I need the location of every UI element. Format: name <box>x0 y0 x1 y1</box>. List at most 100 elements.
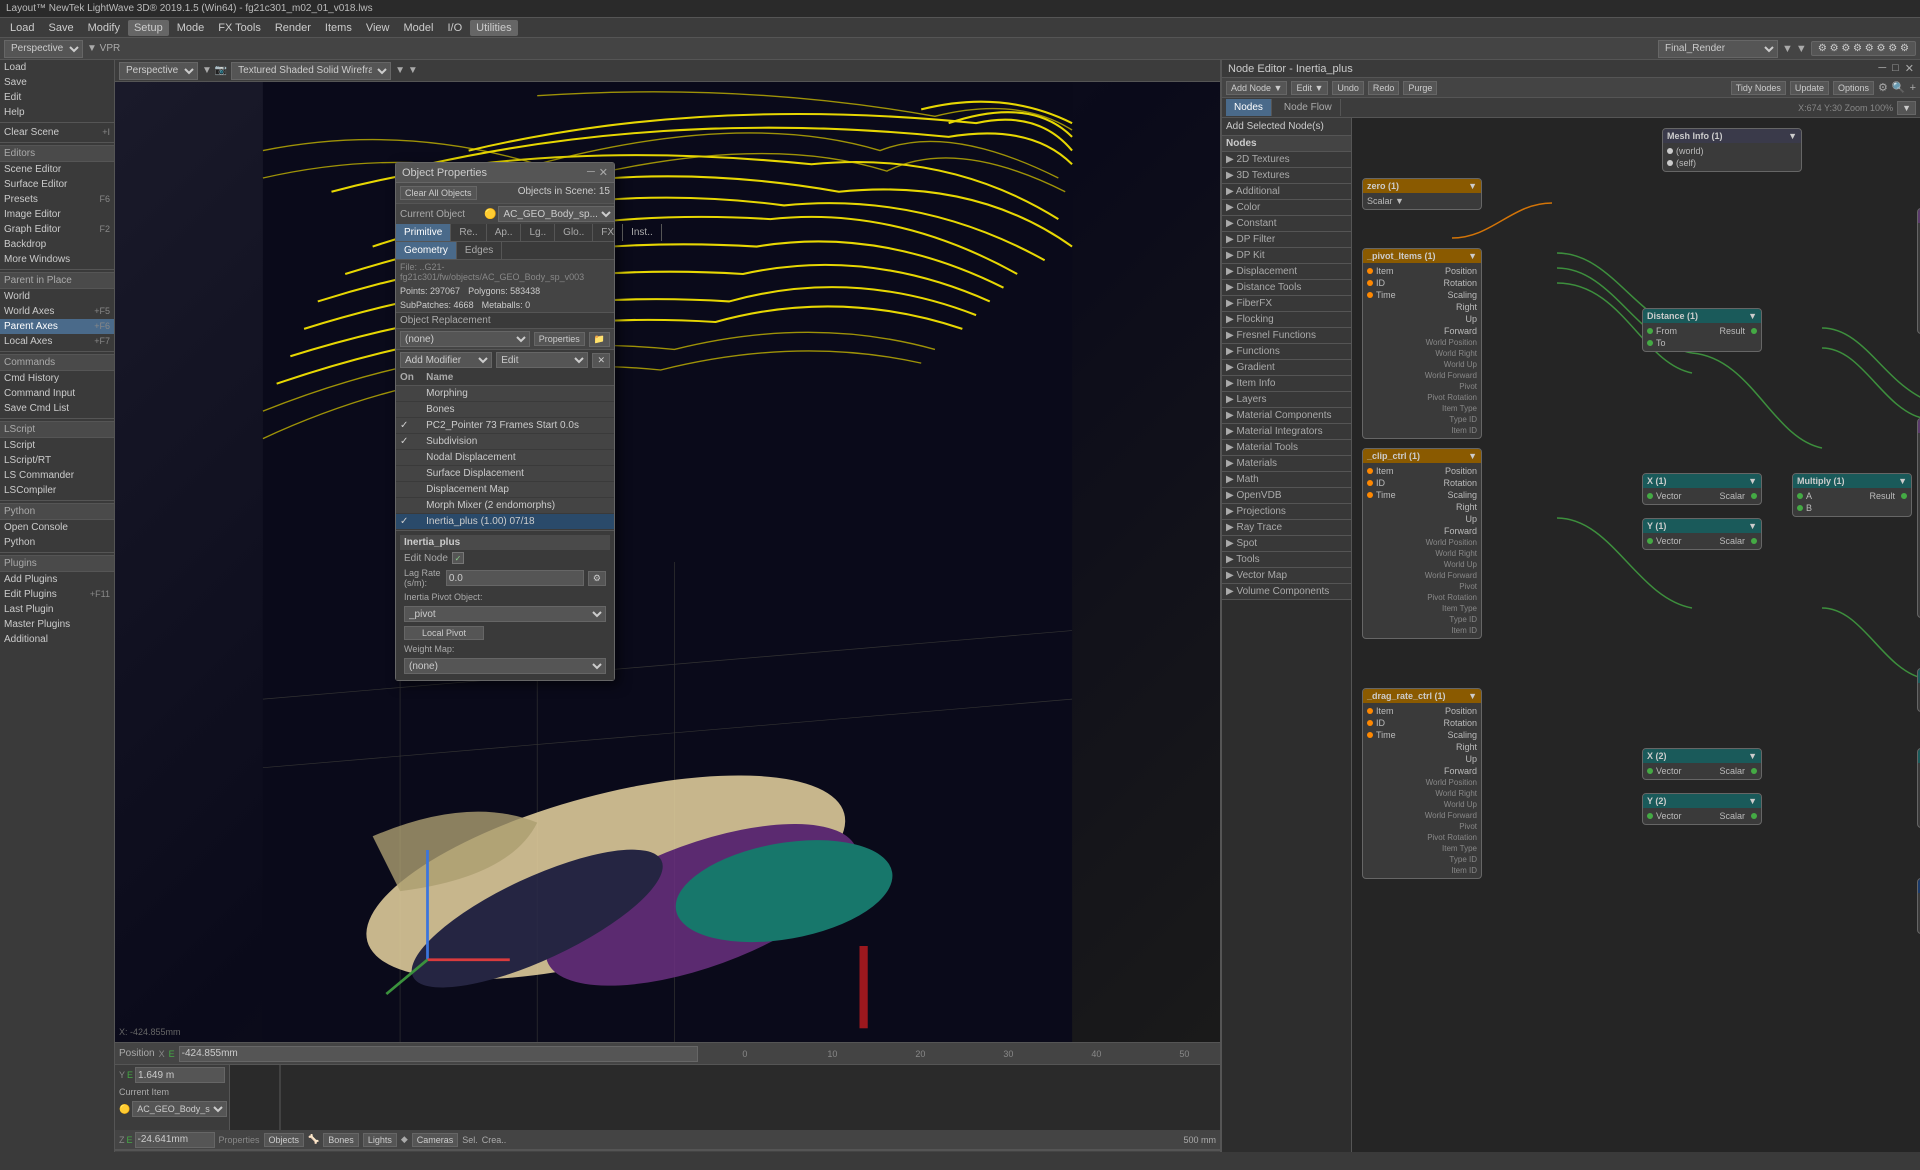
node-materials[interactable]: ▶ Materials <box>1222 456 1351 472</box>
node-spot[interactable]: ▶ Spot <box>1222 536 1351 552</box>
node-material-integrators[interactable]: ▶ Material Integrators <box>1222 424 1351 440</box>
sidebar-help[interactable]: Help <box>0 105 114 120</box>
weight-map-select[interactable]: (none) <box>404 658 606 674</box>
tab-inst[interactable]: Inst.. <box>623 224 662 241</box>
node-close-btn[interactable]: ✕ <box>1905 62 1914 75</box>
node-constant[interactable]: ▶ Constant <box>1222 216 1351 232</box>
node-color[interactable]: ▶ Color <box>1222 200 1351 216</box>
sidebar-cmd-input[interactable]: Command Input <box>0 386 114 401</box>
sidebar-lscript-rt[interactable]: LScript/RT <box>0 453 114 468</box>
mesh-info-node[interactable]: Mesh Info (1) ▼ (world) (self) <box>1662 128 1802 172</box>
toolbar-icons[interactable]: ⚙ ⚙ ⚙ ⚙ ⚙ ⚙ ⚙ ⚙ <box>1811 41 1916 56</box>
y2-expand[interactable]: ▼ <box>1748 796 1757 806</box>
modifier-pc2[interactable]: ✓ PC2_Pointer 73 Frames Start 0.0s <box>396 418 614 434</box>
mesh-info-expand[interactable]: ▼ <box>1788 131 1797 141</box>
menu-mode[interactable]: Mode <box>171 20 211 36</box>
menu-save[interactable]: Save <box>42 20 79 36</box>
y-e-btn[interactable]: E <box>127 1070 133 1080</box>
zero-expand[interactable]: ▼ <box>1468 181 1477 191</box>
menu-load[interactable]: Load <box>4 20 40 36</box>
menu-setup[interactable]: Setup <box>128 20 169 36</box>
tab-fx[interactable]: FX <box>593 224 623 241</box>
pivot-expand[interactable]: ▼ <box>1468 251 1477 261</box>
menu-modify[interactable]: Modify <box>82 20 126 36</box>
y2-node[interactable]: Y (2) ▼ Vector Scalar <box>1642 793 1762 825</box>
x2-node[interactable]: X (2) ▼ Vector Scalar <box>1642 748 1762 780</box>
close-btn[interactable]: ✕ <box>599 166 608 179</box>
sidebar-python[interactable]: Python <box>0 535 114 550</box>
sidebar-last-plugin[interactable]: Last Plugin <box>0 602 114 617</box>
x1-node[interactable]: X (1) ▼ Vector Scalar <box>1642 473 1762 505</box>
sidebar-cmd-history[interactable]: Cmd History <box>0 371 114 386</box>
sidebar-presets[interactable]: PresetsF6 <box>0 192 114 207</box>
sidebar-local-axes[interactable]: Local Axes+F7 <box>0 334 114 349</box>
edit-node-menu-btn[interactable]: Edit ▼ <box>1291 81 1328 95</box>
tab-glo[interactable]: Glo.. <box>555 224 593 241</box>
viewport-main[interactable]: X: -424.855mm Object Properties ─ ✕ Clea… <box>115 82 1220 1042</box>
node-3d-textures[interactable]: ▶ 3D Textures <box>1222 168 1351 184</box>
sidebar-edit[interactable]: Edit <box>0 90 114 105</box>
x-e-btn[interactable]: E <box>169 1049 175 1059</box>
tab-lg[interactable]: Lg.. <box>521 224 555 241</box>
pivot-items-node[interactable]: _pivot_Items (1) ▼ Item Position ID Rota… <box>1362 248 1482 439</box>
viewport-shading-select[interactable]: Textured Shaded Solid Wireframe <box>231 62 391 80</box>
drag-rate-ctrl-node[interactable]: _drag_rate_ctrl (1) ▼ Item Position ID R… <box>1362 688 1482 879</box>
add-node-btn[interactable]: Add Node ▼ <box>1226 81 1287 95</box>
purge-btn[interactable]: Purge <box>1403 81 1437 95</box>
y1-node[interactable]: Y (1) ▼ Vector Scalar <box>1642 518 1762 550</box>
node-math[interactable]: ▶ Math <box>1222 472 1351 488</box>
sidebar-save[interactable]: Save <box>0 75 114 90</box>
clear-all-objects-btn[interactable]: Clear All Objects <box>400 186 477 200</box>
sidebar-clear-scene[interactable]: Clear Scene +I <box>0 125 114 140</box>
sidebar-graph-editor[interactable]: Graph EditorF2 <box>0 222 114 237</box>
node-ray-trace[interactable]: ▶ Ray Trace <box>1222 520 1351 536</box>
modifier-subdivision[interactable]: ✓ Subdivision <box>396 434 614 450</box>
modifier-bones[interactable]: Bones <box>396 402 614 418</box>
node-volume-components[interactable]: ▶ Volume Components <box>1222 584 1351 600</box>
timeline-track[interactable] <box>230 1065 1220 1130</box>
node-maximize-btn[interactable]: □ <box>1892 62 1899 75</box>
current-item-dropdown[interactable]: AC_GEO_Body_sp_v003.body <box>132 1101 227 1117</box>
sidebar-world[interactable]: World <box>0 289 114 304</box>
menu-io[interactable]: I/O <box>441 20 468 36</box>
x2-expand[interactable]: ▼ <box>1748 751 1757 761</box>
node-fresnel[interactable]: ▶ Fresnel Functions <box>1222 328 1351 344</box>
modifier-remove-btn[interactable]: ✕ <box>592 353 610 368</box>
sidebar-more-windows[interactable]: More Windows <box>0 252 114 267</box>
node-gradient[interactable]: ▶ Gradient <box>1222 360 1351 376</box>
zero-node[interactable]: zero (1) ▼ Scalar ▼ <box>1362 178 1482 210</box>
sidebar-open-console[interactable]: Open Console <box>0 520 114 535</box>
subtab-geometry[interactable]: Geometry <box>396 242 457 259</box>
cameras-btn[interactable]: Cameras <box>412 1133 459 1147</box>
node-2d-textures[interactable]: ▶ 2D Textures <box>1222 152 1351 168</box>
properties-btn[interactable]: Properties <box>534 332 585 346</box>
node-functions[interactable]: ▶ Functions <box>1222 344 1351 360</box>
object-properties-dialog[interactable]: Object Properties ─ ✕ Clear All Objects … <box>395 162 615 681</box>
menu-items[interactable]: Items <box>319 20 358 36</box>
undo-btn[interactable]: Undo <box>1332 81 1364 95</box>
lights-btn[interactable]: Lights <box>363 1133 397 1147</box>
node-fiberfx[interactable]: ▶ FiberFX <box>1222 296 1351 312</box>
local-pivot-btn[interactable]: Local Pivot <box>404 626 484 640</box>
subtab-edges[interactable]: Edges <box>457 242 502 259</box>
lag-rate-btn[interactable]: ⚙ <box>588 571 606 586</box>
y-input[interactable] <box>135 1067 225 1083</box>
search-icon[interactable]: 🔍 <box>1892 81 1906 94</box>
replacement-select[interactable]: (none) <box>400 331 530 347</box>
modifier-morph-mixer[interactable]: Morph Mixer (2 endomorphs) <box>396 498 614 514</box>
sidebar-image-editor[interactable]: Image Editor <box>0 207 114 222</box>
add-selected-node-btn[interactable]: ▼ <box>1897 101 1916 115</box>
sidebar-backdrop[interactable]: Backdrop <box>0 237 114 252</box>
tab-re[interactable]: Re.. <box>451 224 486 241</box>
node-distance-tools[interactable]: ▶ Distance Tools <box>1222 280 1351 296</box>
sidebar-add-plugins[interactable]: Add Plugins <box>0 572 114 587</box>
node-material-tools[interactable]: ▶ Material Tools <box>1222 440 1351 456</box>
node-layers[interactable]: ▶ Layers <box>1222 392 1351 408</box>
modifier-morphing[interactable]: Morphing <box>396 386 614 402</box>
drag-expand[interactable]: ▼ <box>1468 691 1477 701</box>
add-modifier-select[interactable]: Add Modifier <box>400 352 492 368</box>
menu-utilities[interactable]: Utilities <box>470 20 517 36</box>
perspective-select[interactable]: Perspective <box>4 40 83 58</box>
node-flocking[interactable]: ▶ Flocking <box>1222 312 1351 328</box>
sidebar-surface-editor[interactable]: Surface Editor <box>0 177 114 192</box>
